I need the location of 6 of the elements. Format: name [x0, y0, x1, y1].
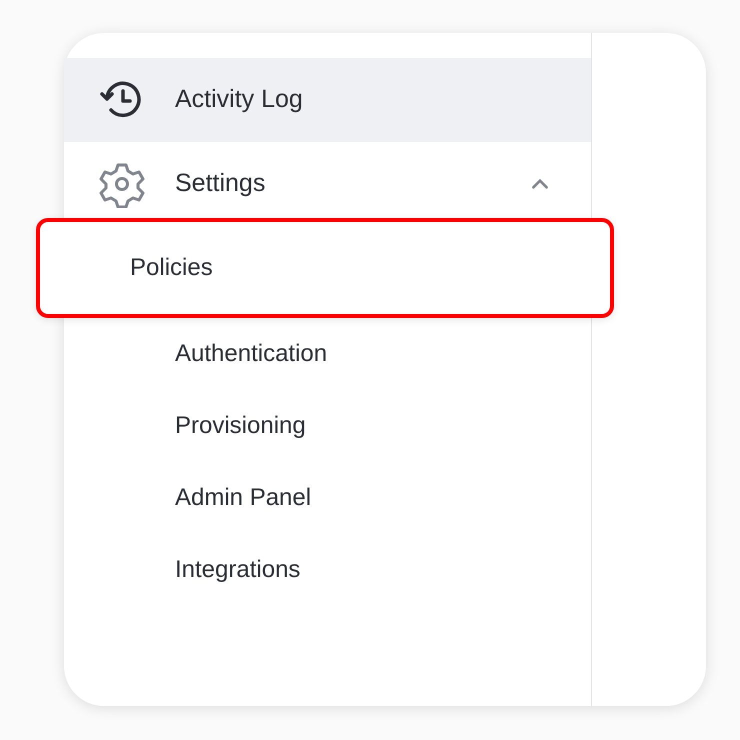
sidebar-item[interactable]: Activity Log	[64, 58, 591, 142]
submenu-item[interactable]: Admin Panel	[64, 462, 591, 534]
submenu-item[interactable]: Policies	[36, 218, 614, 318]
submenu-item[interactable]: Integrations	[64, 534, 591, 606]
submenu-item[interactable]: Provisioning	[64, 390, 591, 462]
submenu-item[interactable]: Authentication	[64, 318, 591, 390]
